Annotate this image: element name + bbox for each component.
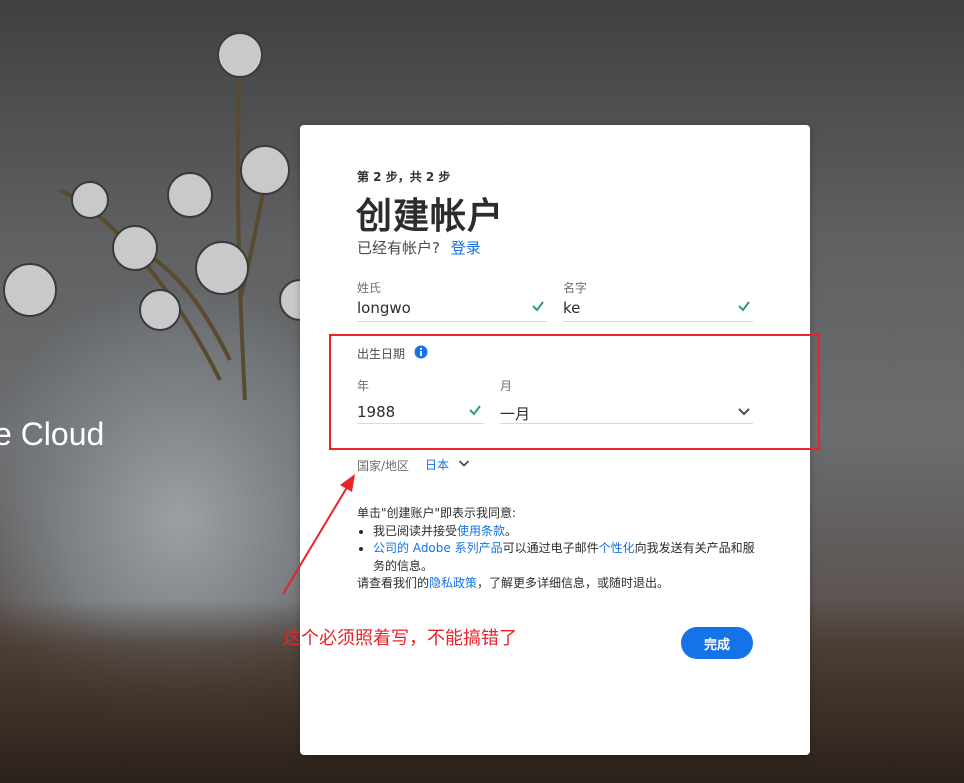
annotation-text: 这个必须照着写，不能搞错了 bbox=[283, 628, 517, 649]
annotation-arrow bbox=[282, 474, 355, 595]
